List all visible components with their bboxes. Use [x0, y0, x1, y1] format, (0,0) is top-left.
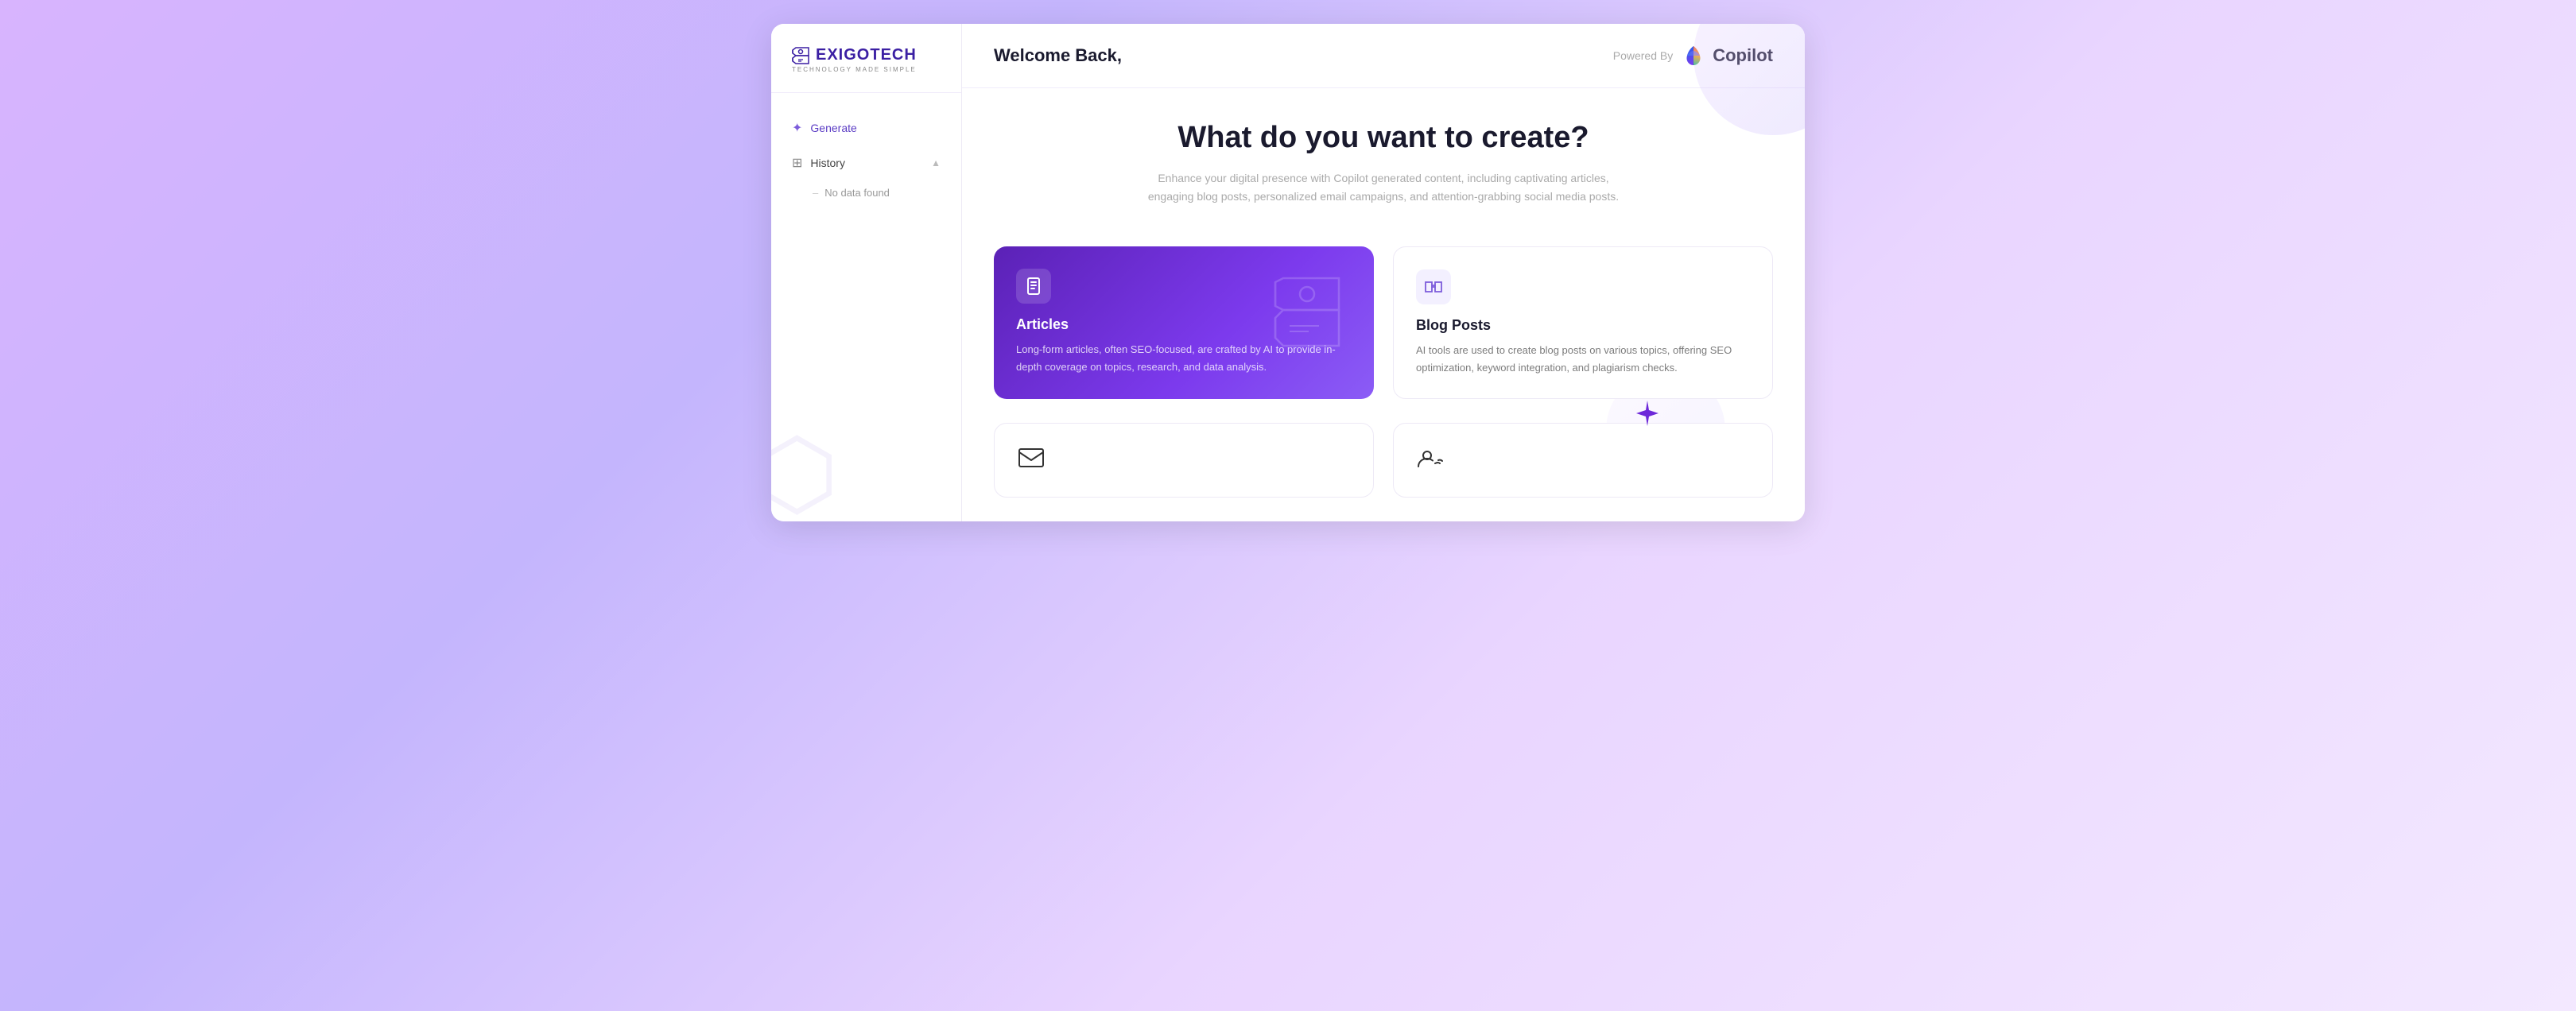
blog-card-icon [1416, 269, 1451, 304]
history-label: History [810, 157, 845, 169]
logo-icon [790, 47, 811, 64]
card-blog-posts[interactable]: Blog Posts AI tools are used to create b… [1393, 246, 1773, 399]
bottom-cards-row [962, 423, 1805, 521]
hero-section: What do you want to create? Enhance your… [962, 88, 1805, 223]
sidebar-navigation: ✦ Generate ⊞ History ▲ No data found [771, 93, 961, 223]
articles-card-desc: Long-form articles, often SEO-focused, a… [1016, 341, 1352, 375]
hero-title: What do you want to create? [994, 120, 1773, 157]
copilot-logo: Copilot [1681, 43, 1773, 68]
sparkle-decoration [1633, 399, 1662, 432]
email-card-icon [1017, 446, 1351, 476]
main-content: Welcome Back, Powered By [962, 24, 1805, 521]
sidebar-item-history[interactable]: ⊞ History ▲ [781, 147, 952, 179]
hero-subtitle: Enhance your digital presence with Copil… [1145, 169, 1622, 207]
social-card-icon [1416, 446, 1750, 476]
card-email[interactable] [994, 423, 1374, 498]
brand-logo: EXIGOTECH TECHNOLOGY MADE SIMPLE [790, 46, 942, 73]
history-no-data: No data found [781, 182, 952, 203]
chevron-up-icon: ▲ [931, 157, 941, 168]
powered-by-section: Powered By [1613, 43, 1773, 68]
powered-by-label: Powered By [1613, 49, 1673, 62]
card-articles[interactable]: Articles Long-form articles, often SEO-f… [994, 246, 1374, 399]
sidebar-watermark: ⬡ [771, 426, 839, 521]
blog-card-title: Blog Posts [1416, 317, 1750, 334]
sidebar: EXIGOTECH TECHNOLOGY MADE SIMPLE ✦ Gener… [771, 24, 962, 521]
card-social[interactable] [1393, 423, 1773, 498]
brand-name: EXIGOTECH [790, 46, 917, 64]
copilot-name: Copilot [1713, 45, 1773, 66]
generate-icon: ✦ [792, 120, 802, 136]
blog-card-desc: AI tools are used to create blog posts o… [1416, 342, 1750, 376]
page-header: Welcome Back, Powered By [962, 24, 1805, 88]
history-icon: ⊞ [792, 155, 802, 171]
articles-card-icon [1016, 269, 1051, 304]
brand-subtitle: TECHNOLOGY MADE SIMPLE [792, 66, 917, 73]
content-cards-grid: Articles Long-form articles, often SEO-f… [962, 223, 1805, 423]
welcome-title: Welcome Back, [994, 45, 1122, 66]
sidebar-logo-area: EXIGOTECH TECHNOLOGY MADE SIMPLE [771, 24, 961, 93]
sidebar-item-generate[interactable]: ✦ Generate [781, 112, 952, 144]
generate-label: Generate [810, 122, 856, 134]
copilot-icon [1681, 43, 1706, 68]
